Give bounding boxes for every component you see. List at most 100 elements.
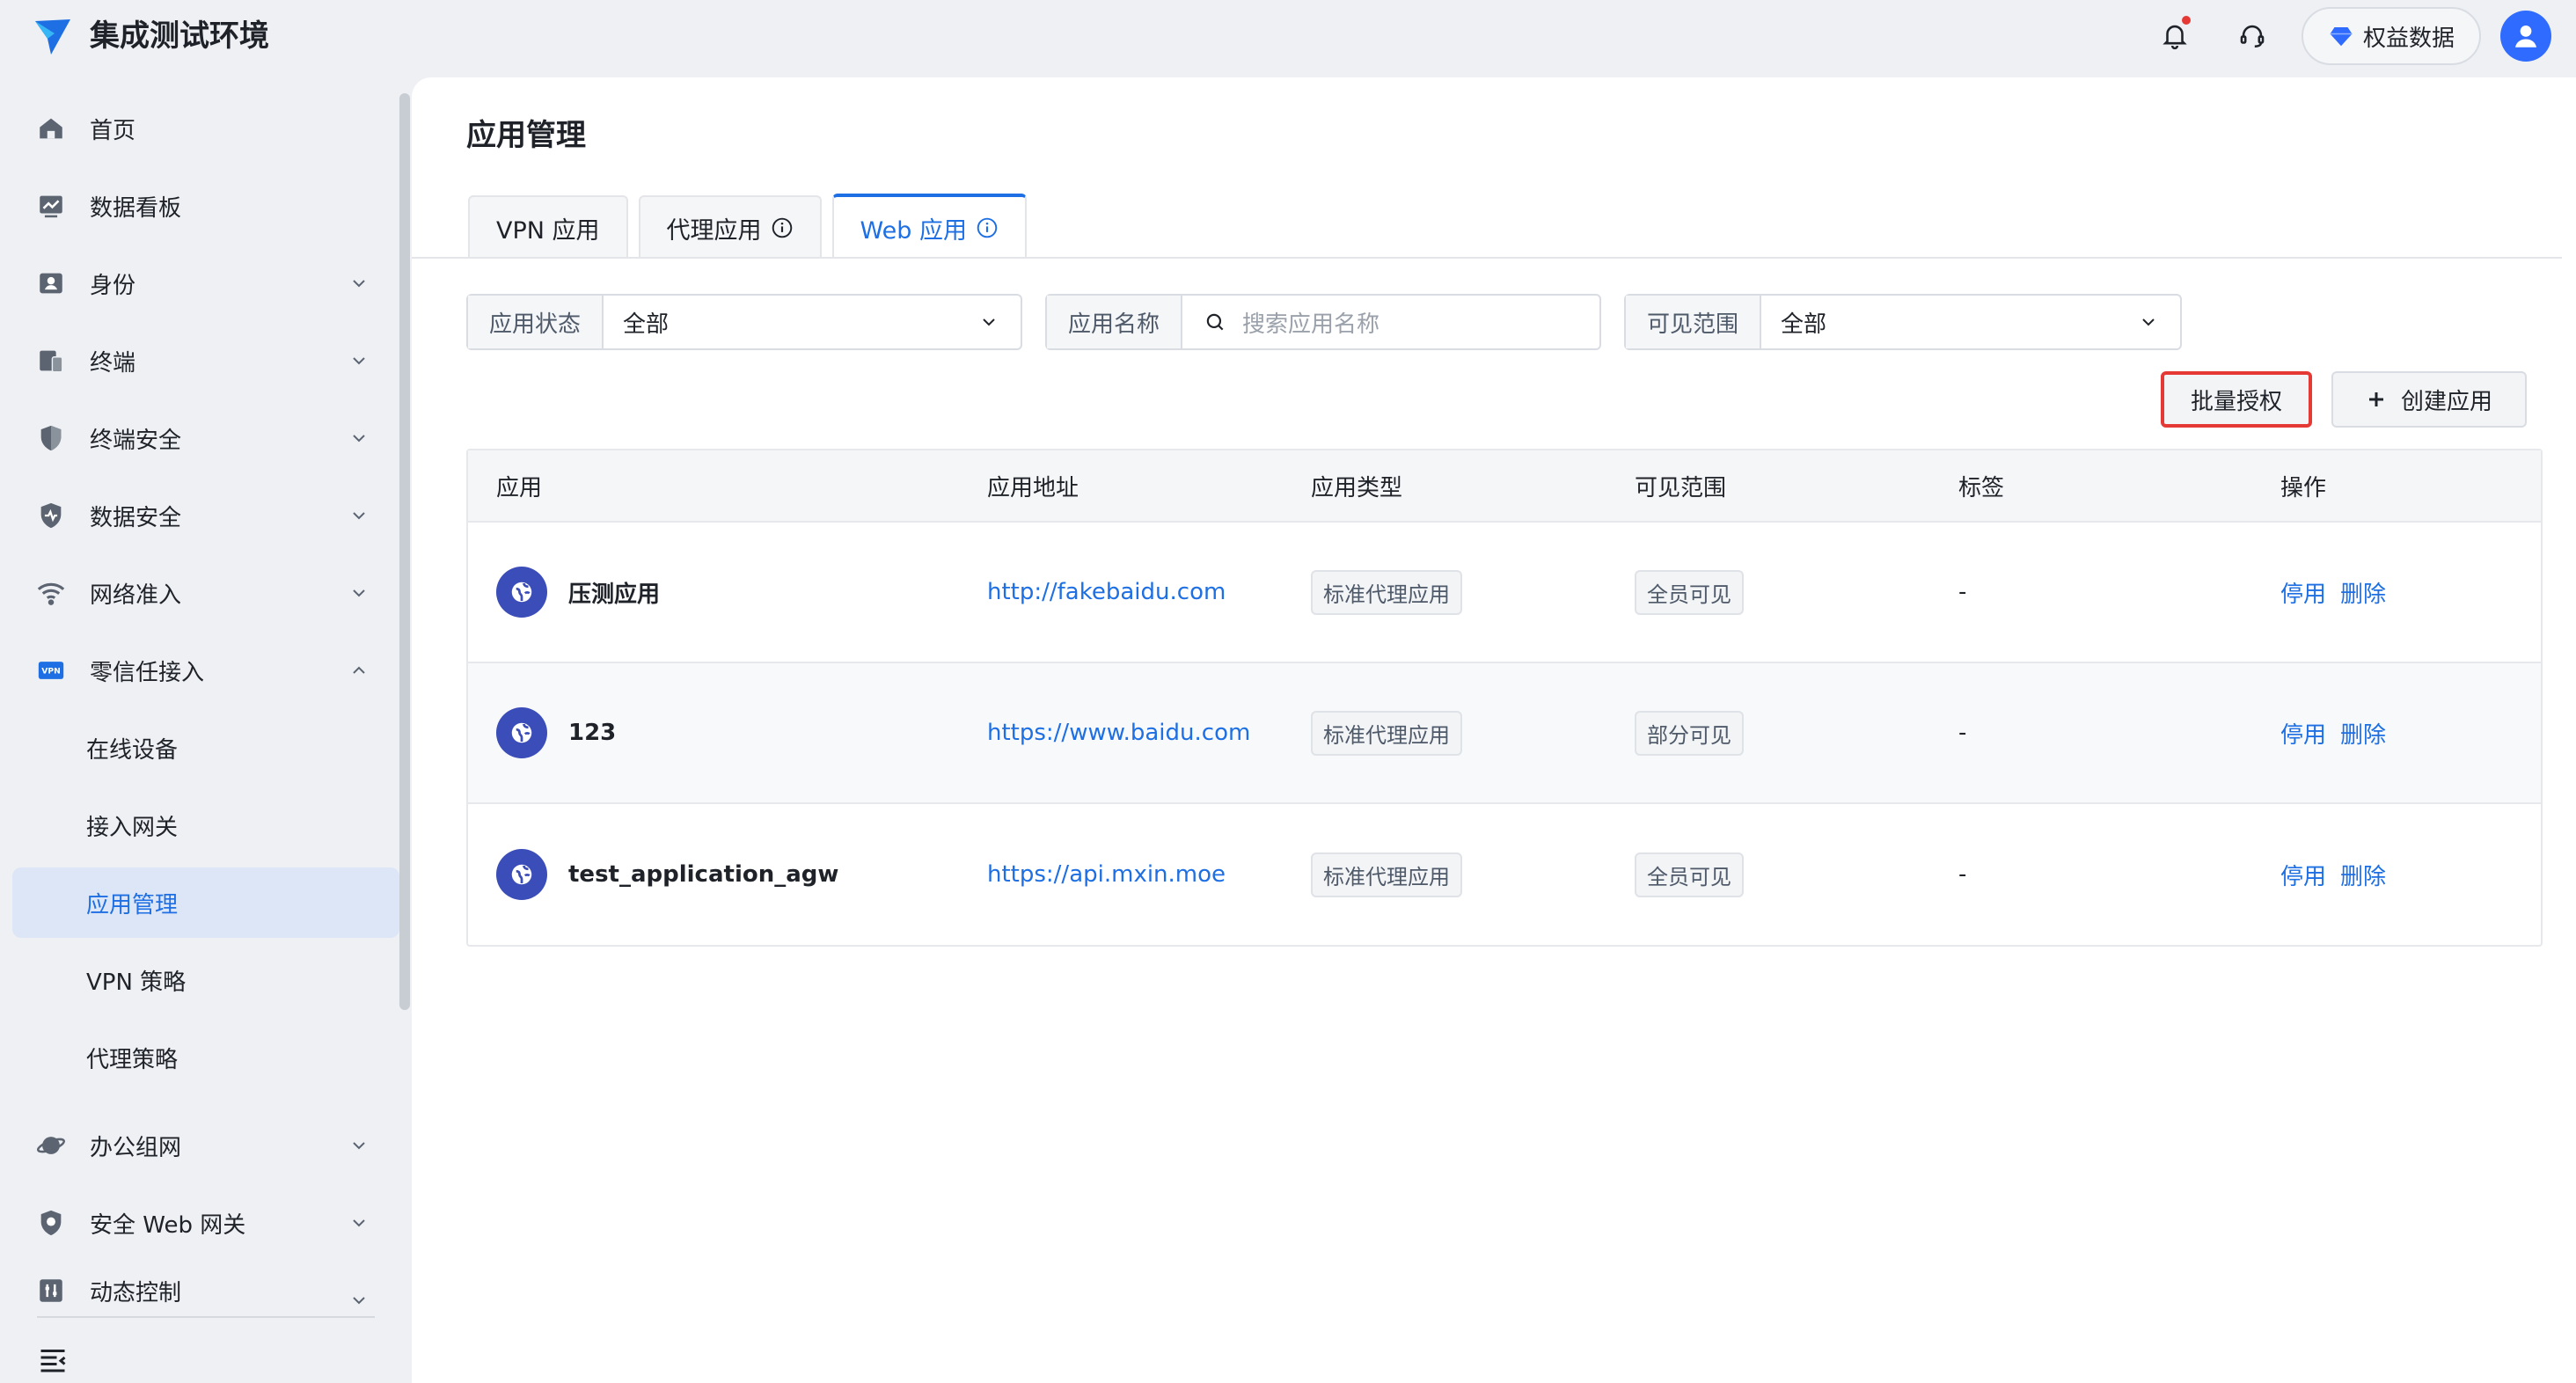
sidebar-item-data-security[interactable]: 数据安全 (12, 480, 399, 551)
app-url-link[interactable]: http://fakebaidu.com (987, 579, 1226, 605)
devices-icon (35, 345, 67, 377)
chevron-up-icon (353, 666, 365, 674)
delete-link[interactable]: 删除 (2340, 859, 2386, 891)
sidebar-item-identity[interactable]: 身份 (12, 248, 399, 318)
logo-icon (32, 16, 74, 58)
user-avatar[interactable] (2500, 11, 2551, 62)
disable-link[interactable]: 停用 (2280, 576, 2326, 609)
tab-label: VPN 应用 (496, 216, 600, 245)
sidebar-item-office-network[interactable]: 办公组网 (12, 1110, 399, 1181)
sidebar-subitem-online-devices[interactable]: 在线设备 (12, 713, 399, 783)
chevron-down-icon (353, 1219, 365, 1227)
sidebar-item-endpoint-security[interactable]: 终端安全 (12, 403, 399, 473)
column-header-app: 应用 (496, 474, 543, 501)
scope-tag: 部分可见 (1635, 710, 1744, 756)
sidebar-subitem-vpn-policy[interactable]: VPN 策略 (12, 945, 399, 1015)
disable-link[interactable]: 停用 (2280, 859, 2326, 891)
identity-icon (35, 267, 67, 299)
sidebar-item-label: 网络准入 (90, 582, 182, 609)
create-app-label: 创建应用 (2400, 388, 2492, 415)
sidebar-subitem-access-gateway[interactable]: 接入网关 (12, 790, 399, 860)
column-header-scope: 可见范围 (1635, 474, 1727, 501)
sidebar-item-devices[interactable]: 终端 (12, 326, 399, 396)
wifi-icon (35, 577, 67, 609)
svg-text:VPN: VPN (41, 667, 61, 677)
app-type-tag: 标准代理应用 (1311, 569, 1462, 615)
sidebar-item-label: 终端安全 (90, 427, 182, 454)
status-select-value: 全部 (623, 311, 670, 338)
app-url-link[interactable]: https://api.mxin.moe (987, 861, 1226, 888)
chevron-down-icon (2142, 318, 2155, 326)
tab-web-apps[interactable]: Web 应用 (831, 194, 1027, 259)
dashboard-icon (35, 190, 67, 222)
app-name[interactable]: 压测应用 (568, 576, 660, 609)
sidebar: 首页 数据看板 身份 终端 终端安全 数据安全 网络准入 VPN 零信任接入 在… (0, 77, 412, 1383)
collapse-menu-icon[interactable] (37, 1344, 69, 1376)
sidebar-item-label: 首页 (90, 117, 136, 144)
sidebar-item-home[interactable]: 首页 (12, 93, 399, 164)
sidebar-item-web-gateway[interactable]: 安全 Web 网关 (12, 1188, 399, 1258)
equity-data-button[interactable]: 权益数据 (2302, 7, 2481, 65)
chevron-down-icon (353, 435, 365, 443)
table-header: 应用 应用地址 应用类型 可见范围 标签 操作 (468, 450, 2541, 523)
scope-select[interactable]: 全部 (1761, 296, 2180, 348)
status-filter[interactable]: 应用状态 全部 (466, 294, 1022, 350)
equity-data-label: 权益数据 (2362, 25, 2455, 52)
sidebar-item-zero-trust[interactable]: VPN 零信任接入 (12, 635, 399, 706)
search-icon (1206, 313, 1224, 331)
sidebar-item-label: 办公组网 (90, 1134, 182, 1161)
tab-label: 代理应用 (666, 216, 762, 245)
sidebar-item-label: 零信任接入 (90, 659, 205, 686)
app-tags: - (1958, 861, 1967, 888)
chevron-down-icon (983, 318, 995, 326)
app-url-link[interactable]: https://www.baidu.com (987, 720, 1250, 746)
sidebar-item-dashboard[interactable]: 数据看板 (12, 171, 399, 241)
gateway-shield-icon (35, 1207, 67, 1239)
chevron-down-icon (353, 589, 365, 597)
chevron-down-icon (353, 280, 365, 288)
planet-icon (35, 1130, 67, 1161)
app-name[interactable]: 123 (568, 720, 616, 746)
apps-table: 应用 应用地址 应用类型 可见范围 标签 操作 压测应用 http://fake… (466, 449, 2543, 947)
table-row: 压测应用 http://fakebaidu.com 标准代理应用 全员可见 - … (468, 523, 2541, 663)
tab-proxy-apps[interactable]: 代理应用 (638, 195, 822, 259)
app-name[interactable]: test_application_agw (568, 861, 838, 888)
table-row: 123 https://www.baidu.com 标准代理应用 部分可见 - … (468, 663, 2541, 804)
delete-link[interactable]: 删除 (2340, 717, 2386, 750)
sidebar-item-network-access[interactable]: 网络准入 (12, 558, 399, 628)
scope-tag: 全员可见 (1635, 852, 1744, 897)
chevron-down-icon (353, 1142, 365, 1150)
globe-icon (496, 567, 547, 618)
sidebar-item-dynamic-control[interactable]: 动态控制 (12, 1265, 399, 1316)
diamond-icon (2330, 27, 2353, 47)
sidebar-item-label: 安全 Web 网关 (90, 1211, 246, 1239)
create-app-button[interactable]: 创建应用 (2331, 371, 2527, 428)
sidebar-item-label: 数据看板 (90, 194, 182, 222)
control-icon (35, 1275, 67, 1306)
app-type-tag: 标准代理应用 (1311, 852, 1462, 897)
notification-dot (2182, 16, 2191, 25)
delete-link[interactable]: 删除 (2340, 576, 2386, 609)
tab-vpn-apps[interactable]: VPN 应用 (468, 195, 628, 259)
disable-link[interactable]: 停用 (2280, 717, 2326, 750)
support-headset-icon[interactable] (2231, 14, 2273, 56)
home-icon (35, 113, 67, 144)
info-icon[interactable] (976, 216, 999, 239)
sidebar-item-label: 身份 (90, 272, 136, 299)
info-icon[interactable] (771, 216, 794, 239)
name-search-input[interactable]: 搜索应用名称 (1182, 296, 1599, 348)
chevron-down-icon (353, 1297, 365, 1305)
name-filter[interactable]: 应用名称 搜索应用名称 (1045, 294, 1601, 350)
batch-authorize-button[interactable]: 批量授权 (2161, 371, 2312, 428)
notification-bell-icon[interactable] (2154, 14, 2196, 56)
top-bar: 集成测试环境 权益数据 (0, 0, 2576, 77)
sidebar-subitem-proxy-policy[interactable]: 代理策略 (12, 1022, 399, 1093)
data-shield-icon (35, 500, 67, 531)
sidebar-scrollbar[interactable] (399, 93, 410, 1010)
globe-icon (496, 849, 547, 900)
tabs-divider (412, 257, 2562, 259)
column-header-actions: 操作 (2280, 474, 2327, 501)
status-select[interactable]: 全部 (604, 296, 1021, 348)
sidebar-subitem-app-management[interactable]: 应用管理 (12, 867, 399, 938)
scope-filter[interactable]: 可见范围 全部 (1624, 294, 2182, 350)
